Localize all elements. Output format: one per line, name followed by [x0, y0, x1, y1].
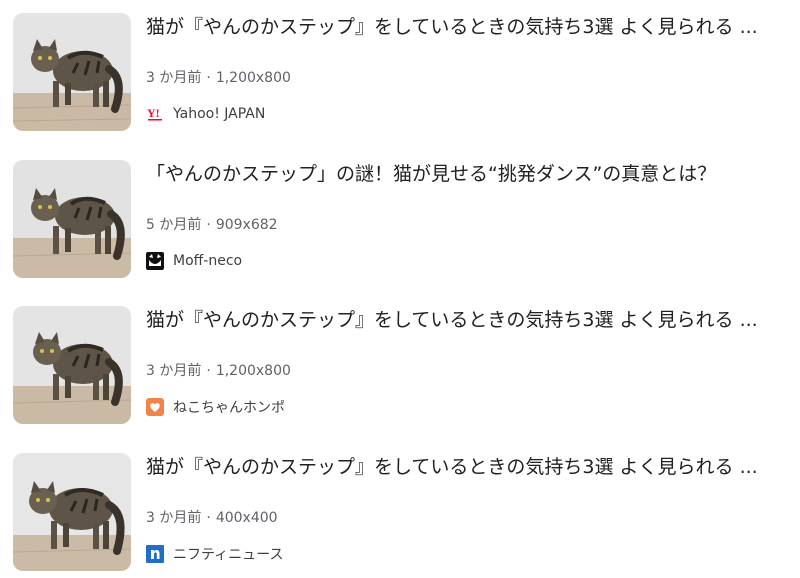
- result-thumbnail[interactable]: [13, 160, 131, 278]
- result-item[interactable]: 猫が『やんのかステップ』をしているときの気持ち3選 よく見られる ... 3 か…: [0, 453, 800, 571]
- result-dimensions: 1,200x800: [215, 363, 291, 379]
- meta-separator: ·: [206, 510, 211, 526]
- cat-photo-image: [13, 453, 131, 571]
- source-name: Moff-neco: [173, 253, 243, 269]
- image-results-list: 猫が『やんのかステップ』をしているときの気持ち3選 よく見られる ... 3 か…: [0, 0, 800, 578]
- result-thumbnail[interactable]: [13, 453, 131, 571]
- result-source[interactable]: ねこちゃんホンポ: [146, 398, 285, 416]
- source-name: ねこちゃんホンポ: [173, 400, 285, 416]
- result-dimensions: 1,200x800: [215, 70, 291, 86]
- cat-photo-image: [13, 13, 131, 131]
- result-item[interactable]: 猫が『やんのかステップ』をしているときの気持ち3選 よく見られる ... 3 か…: [0, 13, 800, 131]
- cat-photo-image: [13, 306, 131, 424]
- result-source[interactable]: ニフティニュース: [146, 545, 283, 563]
- result-meta: 5 か月前 · 909x682: [146, 216, 278, 234]
- result-source[interactable]: Y! Yahoo! JAPAN: [146, 105, 265, 123]
- result-title[interactable]: 「やんのかステップ」の謎！猫が見せる“挑発ダンス”の真意とは？: [146, 161, 794, 187]
- result-meta: 3 か月前 · 1,200x800: [146, 362, 291, 380]
- svg-text:Y!: Y!: [147, 106, 160, 120]
- result-title[interactable]: 猫が『やんのかステップ』をしているときの気持ち3選 よく見られる ...: [146, 14, 794, 40]
- result-dimensions: 400x400: [215, 510, 278, 526]
- source-name: Yahoo! JAPAN: [173, 106, 266, 122]
- meta-separator: ·: [206, 70, 211, 86]
- result-age: 3 か月前: [146, 510, 202, 526]
- meta-separator: ·: [206, 363, 211, 379]
- meta-separator: ·: [206, 217, 211, 233]
- result-item[interactable]: 「やんのかステップ」の謎！猫が見せる“挑発ダンス”の真意とは？ 5 か月前 · 90…: [0, 160, 800, 278]
- result-age: 3 か月前: [146, 363, 202, 379]
- result-age: 3 か月前: [146, 70, 202, 86]
- result-age: 5 か月前: [146, 217, 202, 233]
- moff-neco-icon: [146, 252, 164, 270]
- result-title[interactable]: 猫が『やんのかステップ』をしているときの気持ち3選 よく見られる ...: [146, 454, 794, 480]
- result-dimensions: 909x682: [215, 217, 278, 233]
- result-meta: 3 か月前 · 400x400: [146, 509, 278, 527]
- yahoo-japan-icon: Y!: [146, 105, 164, 123]
- result-item[interactable]: 猫が『やんのかステップ』をしているときの気持ち3選 よく見られる ... 3 か…: [0, 306, 800, 424]
- result-thumbnail[interactable]: [13, 306, 131, 424]
- result-meta: 3 か月前 · 1,200x800: [146, 69, 291, 87]
- nifty-news-icon: [146, 545, 164, 563]
- result-title[interactable]: 猫が『やんのかステップ』をしているときの気持ち3選 よく見られる ...: [146, 307, 794, 333]
- source-name: ニフティニュース: [173, 547, 284, 563]
- result-thumbnail[interactable]: [13, 13, 131, 131]
- cat-photo-image: [13, 160, 131, 278]
- nekochan-honpo-icon: [146, 398, 164, 416]
- result-source[interactable]: Moff-neco: [146, 252, 242, 270]
